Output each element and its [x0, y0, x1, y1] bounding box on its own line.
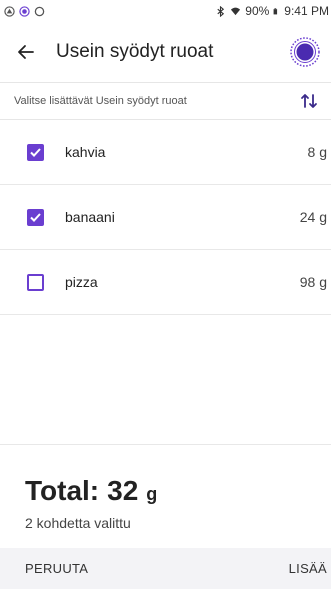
food-name: pizza	[65, 274, 98, 290]
summary-panel: Total: 32 g 2 kohdetta valittu	[0, 444, 331, 545]
food-amount: 98 g	[299, 274, 327, 290]
pod-icon	[290, 37, 320, 67]
food-amount: 8 g	[307, 144, 327, 160]
total-unit: g	[146, 484, 158, 504]
subheader-label: Valitse lisättävät Usein syödyt ruoat	[14, 95, 187, 107]
circle-status-icon	[19, 5, 30, 17]
battery-percent: 90%	[245, 4, 270, 18]
food-list: kahvia 8 g banaani 24 g pizza 98 g	[0, 120, 331, 315]
ring-status-icon	[34, 6, 45, 16]
list-subheader: Valitse lisättävät Usein syödyt ruoat	[0, 82, 331, 120]
total-line: Total: 32 g	[25, 475, 331, 507]
checkbox-checked[interactable]	[27, 143, 44, 161]
back-button[interactable]	[4, 30, 48, 74]
selected-count: 2 kohdetta valittu	[25, 515, 131, 531]
sort-button[interactable]	[297, 89, 321, 113]
bluetooth-icon	[217, 5, 225, 17]
app-bar: Usein syödyt ruoat	[0, 22, 331, 82]
status-right-icons: 90% 9:41 PM	[215, 4, 329, 18]
checkbox-checked[interactable]	[27, 208, 44, 226]
pod-status-icon	[4, 5, 15, 17]
food-name: banaani	[65, 209, 115, 225]
add-button[interactable]: LISÄÄ	[289, 561, 327, 576]
food-name: kahvia	[65, 144, 106, 160]
food-amount: 24 g	[299, 209, 327, 225]
page-title: Usein syödyt ruoat	[56, 41, 214, 62]
sort-arrows-icon	[301, 94, 317, 108]
cancel-button[interactable]: PERUUTA	[25, 561, 88, 576]
status-left-icons	[4, 5, 45, 17]
list-item[interactable]: kahvia 8 g	[0, 120, 331, 185]
checkbox-unchecked[interactable]	[27, 273, 44, 291]
list-item[interactable]: banaani 24 g	[0, 185, 331, 250]
pod-status-button[interactable]	[287, 34, 323, 70]
status-time: 9:41 PM	[284, 4, 329, 18]
total-label: Total:	[25, 475, 100, 506]
action-bar: PERUUTA LISÄÄ	[0, 548, 331, 589]
checkmark-icon	[30, 212, 41, 222]
battery-icon	[273, 7, 278, 14]
status-bar: 90% 9:41 PM	[0, 0, 331, 22]
arrow-left-icon	[18, 45, 34, 59]
checkmark-icon	[30, 147, 41, 157]
list-item[interactable]: pizza 98 g	[0, 250, 331, 315]
wifi-icon	[231, 7, 241, 15]
total-value: 32	[107, 475, 139, 506]
